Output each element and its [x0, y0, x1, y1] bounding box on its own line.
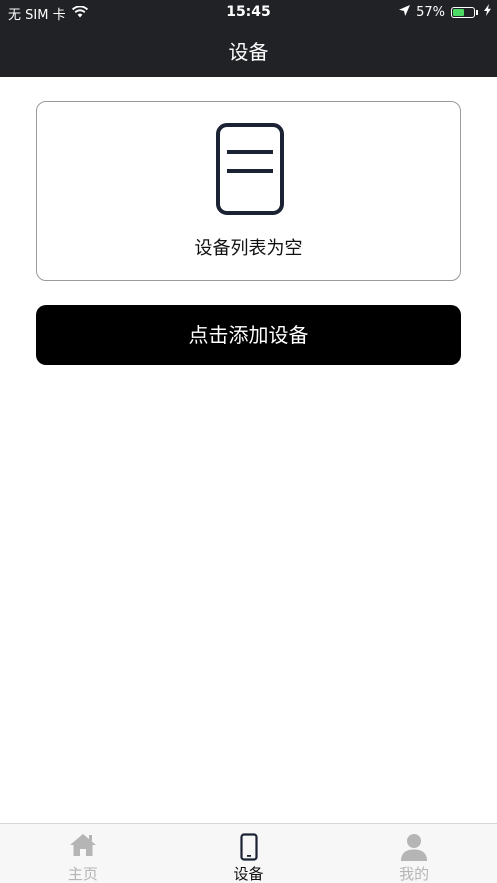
status-right: 57%: [399, 4, 491, 20]
person-icon: [400, 833, 428, 865]
tab-profile[interactable]: 我的: [331, 824, 497, 883]
empty-list-message: 设备列表为空: [194, 238, 303, 259]
page-title: 设备: [228, 40, 269, 64]
screen: 无 SIM 卡 15:45 57% 设备 设备列表为空 点击添加设备 主页 设备…: [0, 0, 497, 883]
tab-devices[interactable]: 设备: [166, 824, 332, 883]
home-icon: [69, 833, 97, 861]
add-device-button[interactable]: 点击添加设备: [36, 305, 461, 365]
tab-devices-label: 设备: [233, 865, 264, 883]
tab-profile-label: 我的: [399, 865, 430, 883]
tab-home-label: 主页: [67, 865, 98, 883]
phone-icon: [239, 833, 258, 865]
battery-icon: [451, 6, 478, 18]
status-bar: 无 SIM 卡 15:45 57%: [0, 0, 497, 24]
tab-home[interactable]: 主页: [0, 824, 166, 883]
top-bar: 无 SIM 卡 15:45 57% 设备: [0, 0, 497, 77]
charging-bolt-icon: [484, 4, 491, 20]
empty-device-card: 设备列表为空: [36, 101, 461, 281]
device-icon: [215, 122, 285, 216]
location-arrow-icon: [399, 4, 411, 20]
tab-bar: 主页 设备 我的: [0, 823, 497, 883]
battery-percent: 57%: [416, 4, 445, 20]
